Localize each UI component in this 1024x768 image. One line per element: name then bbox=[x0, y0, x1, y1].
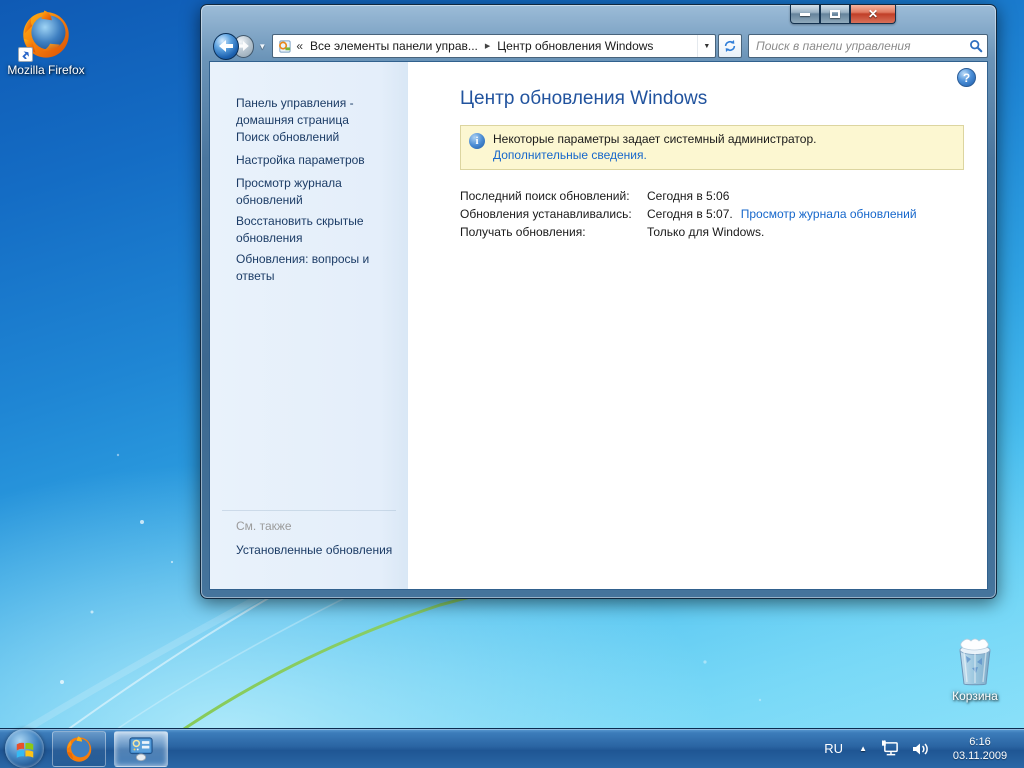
desktop-icon-label: Mozilla Firefox bbox=[7, 63, 85, 77]
row-label: Обновления устанавливались: bbox=[460, 207, 632, 221]
main-content: ? Центр обновления Windows i Некоторые п… bbox=[408, 62, 987, 589]
control-panel-window: ✕ ▼ « Все элементы панели управ... ▶ Цен… bbox=[200, 4, 997, 599]
admin-notice-banner: i Некоторые параметры задает системный а… bbox=[460, 125, 964, 170]
volume-icon[interactable] bbox=[912, 741, 930, 757]
maximize-button[interactable] bbox=[820, 5, 850, 24]
search-field-container bbox=[748, 34, 988, 58]
row-receive-updates: Получать обновления: Только для Windows. bbox=[460, 223, 987, 241]
task-sidebar: Панель управления - домашняя страница По… bbox=[210, 62, 408, 589]
system-tray: RU ▲ 6:16 03.11.2009 bbox=[824, 735, 1024, 763]
row-last-check: Последний поиск обновлений: Сегодня в 5:… bbox=[460, 187, 987, 205]
view-update-history-link[interactable]: Просмотр журнала обновлений bbox=[741, 205, 917, 223]
clock[interactable]: 6:16 03.11.2009 bbox=[942, 735, 1018, 763]
breadcrumb-separator-icon[interactable]: ▶ bbox=[483, 42, 492, 50]
refresh-icon bbox=[724, 40, 736, 52]
see-also-header: См. также bbox=[236, 519, 292, 533]
control-panel-taskbar-icon bbox=[129, 736, 153, 761]
breadcrumb-overflow-chevron[interactable]: « bbox=[292, 39, 305, 53]
show-hidden-icons-button[interactable]: ▲ bbox=[859, 744, 867, 753]
desktop-icon-firefox[interactable]: Mozilla Firefox bbox=[4, 8, 88, 78]
navigation-bar: ▼ « Все элементы панели управ... ▶ Центр… bbox=[209, 31, 988, 61]
address-dropdown-icon[interactable]: ▼ bbox=[697, 35, 715, 57]
question-mark-icon: ? bbox=[962, 70, 971, 85]
minimize-icon bbox=[800, 12, 810, 16]
window-caption-buttons: ✕ bbox=[790, 5, 896, 24]
address-bar[interactable]: « Все элементы панели управ... ▶ Центр о… bbox=[272, 34, 717, 58]
page-title: Центр обновления Windows bbox=[460, 88, 708, 109]
language-indicator[interactable]: RU bbox=[824, 741, 843, 756]
minimize-button[interactable] bbox=[790, 5, 820, 24]
info-icon: i bbox=[469, 133, 485, 149]
desktop: Mozilla Firefox Корзина ✕ ▼ « Все элемен… bbox=[0, 0, 1024, 768]
arrow-right-icon bbox=[237, 41, 250, 51]
taskbar: RU ▲ 6:16 03.11.2009 bbox=[0, 728, 1024, 768]
search-input[interactable] bbox=[756, 39, 969, 53]
desktop-icon-recycle-bin[interactable]: Корзина bbox=[936, 636, 1014, 704]
maximize-icon bbox=[830, 10, 840, 18]
admin-notice-text: Некоторые параметры задает системный адм… bbox=[493, 132, 817, 146]
recycle-bin-icon bbox=[959, 638, 991, 686]
help-button[interactable]: ? bbox=[957, 68, 976, 87]
search-icon[interactable] bbox=[969, 39, 983, 53]
update-status-rows: Последний поиск обновлений: Сегодня в 5:… bbox=[460, 187, 987, 241]
sidebar-item-change-settings[interactable]: Настройка параметров bbox=[236, 152, 394, 169]
windows-logo-icon bbox=[16, 742, 33, 758]
sidebar-item-installed-updates[interactable]: Установленные обновления bbox=[236, 543, 392, 557]
sidebar-item-check-updates[interactable]: Поиск обновлений bbox=[236, 129, 394, 146]
network-icon[interactable] bbox=[881, 740, 900, 757]
row-value: Сегодня в 5:07. bbox=[647, 207, 733, 221]
desktop-icon-label: Корзина bbox=[952, 689, 998, 703]
close-button[interactable]: ✕ bbox=[850, 5, 896, 24]
row-value: Сегодня в 5:06 bbox=[647, 189, 730, 203]
clock-time: 6:16 bbox=[969, 735, 991, 748]
row-updates-installed: Обновления устанавливались: Сегодня в 5:… bbox=[460, 205, 987, 223]
firefox-taskbar-icon bbox=[66, 735, 92, 762]
shortcut-arrow-icon bbox=[18, 47, 33, 62]
close-icon: ✕ bbox=[867, 7, 879, 21]
start-button[interactable] bbox=[5, 729, 44, 768]
window-client-area: Панель управления - домашняя страница По… bbox=[209, 61, 988, 590]
sidebar-item-restore-hidden-updates[interactable]: Восстановить скрытые обновления bbox=[236, 213, 394, 247]
recent-pages-dropdown[interactable]: ▼ bbox=[258, 42, 266, 51]
more-info-link[interactable]: Дополнительные сведения. bbox=[493, 147, 816, 163]
taskbar-button-control-panel[interactable] bbox=[114, 730, 168, 767]
row-label: Последний поиск обновлений: bbox=[460, 189, 630, 203]
row-label: Получать обновления: bbox=[460, 225, 586, 239]
taskbar-button-firefox[interactable] bbox=[52, 730, 106, 767]
back-button[interactable] bbox=[213, 32, 239, 60]
sidebar-item-update-history[interactable]: Просмотр журнала обновлений bbox=[236, 175, 394, 209]
sidebar-item-control-panel-home[interactable]: Панель управления - домашняя страница bbox=[236, 95, 394, 129]
arrow-left-icon bbox=[218, 40, 233, 52]
breadcrumb-item-all-items[interactable]: Все элементы панели управ... bbox=[305, 39, 483, 53]
control-panel-icon bbox=[279, 39, 291, 53]
sidebar-item-updates-faq[interactable]: Обновления: вопросы и ответы bbox=[236, 251, 394, 285]
row-value: Только для Windows. bbox=[647, 225, 765, 239]
clock-date: 03.11.2009 bbox=[952, 749, 1008, 762]
sidebar-divider bbox=[222, 510, 396, 511]
breadcrumb-item-windows-update[interactable]: Центр обновления Windows bbox=[492, 39, 658, 53]
refresh-button[interactable] bbox=[718, 34, 742, 58]
